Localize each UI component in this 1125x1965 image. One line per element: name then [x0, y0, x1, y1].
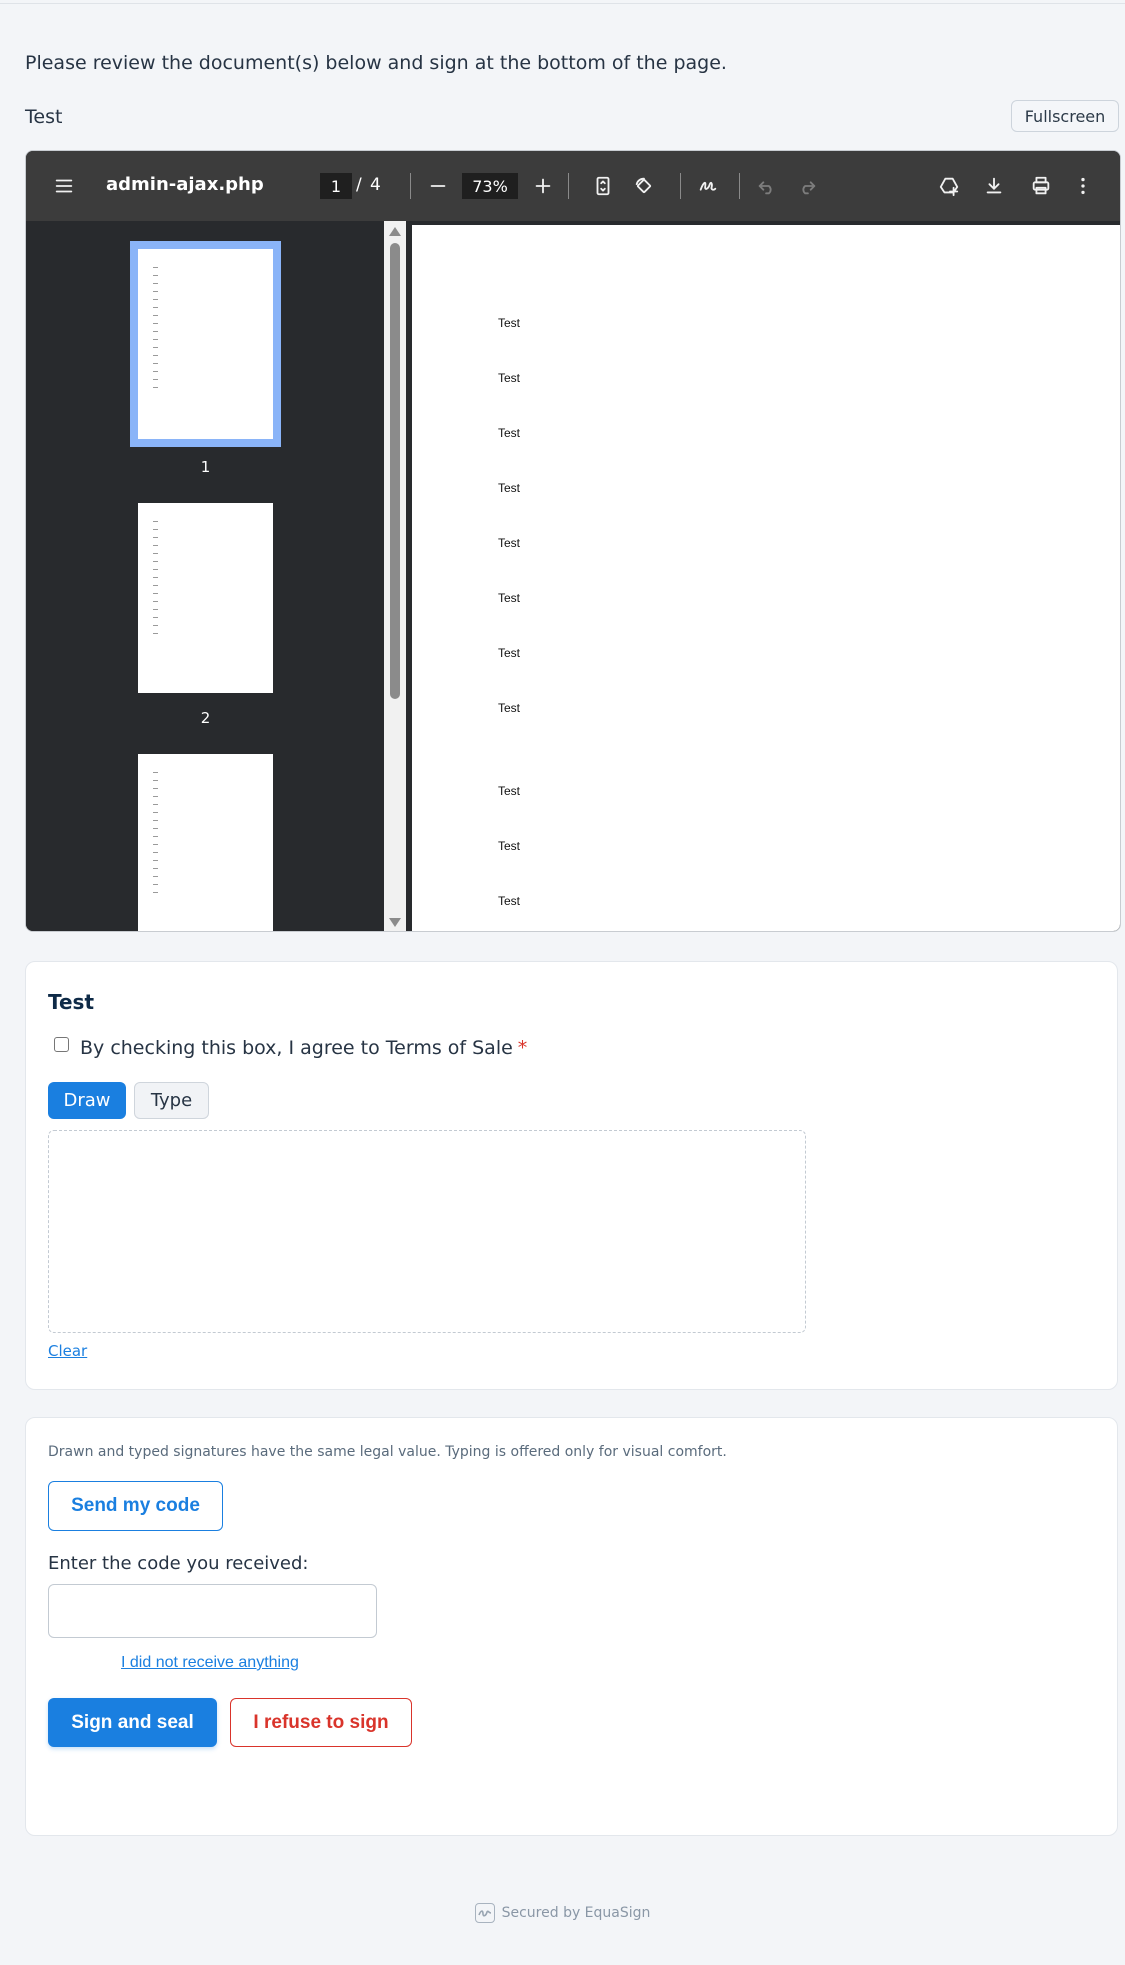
page-text-line: Test: [498, 894, 521, 908]
fullscreen-button[interactable]: Fullscreen: [1011, 100, 1119, 132]
scroll-down-arrow-icon[interactable]: [389, 918, 401, 927]
page-text-line: Test: [498, 701, 521, 715]
send-code-button[interactable]: Send my code: [48, 1481, 223, 1531]
scrollbar-thumb[interactable]: [390, 243, 400, 699]
toolbar-divider: [680, 173, 681, 199]
menu-icon[interactable]: [49, 171, 79, 201]
required-marker: *: [517, 1037, 528, 1059]
page-text-line: Test: [498, 316, 521, 330]
code-label: Enter the code you received:: [48, 1553, 309, 1574]
zoom-out-icon[interactable]: [423, 171, 453, 201]
rotate-icon[interactable]: [629, 171, 659, 201]
sidebar-scrollbar[interactable]: [384, 221, 406, 931]
page-thumbnail[interactable]: [138, 503, 273, 693]
page-text-line: Test: [498, 536, 521, 550]
page-text-line: Test: [498, 481, 521, 495]
terms-consent-label: By checking this box, I agree to Terms o…: [80, 1037, 513, 1059]
scroll-up-arrow-icon[interactable]: [389, 227, 401, 236]
thumbnail-number: 1: [200, 458, 211, 476]
tab-type[interactable]: Type: [134, 1082, 209, 1119]
pdf-viewer: admin-ajax.php 1 / 4 73% 1 2 Test Test T…: [25, 150, 1121, 932]
toolbar-divider: [568, 173, 569, 199]
pdf-page-view: Test Test Test Test Test Test Test Test …: [406, 221, 1120, 931]
verification-card: Drawn and typed signatures have the same…: [25, 1417, 1118, 1836]
page-text-line: Test: [498, 591, 521, 605]
signature-icon: [474, 1903, 495, 1923]
thumbnail-lines: [153, 521, 158, 641]
print-icon[interactable]: [1026, 171, 1056, 201]
zoom-input[interactable]: 73%: [462, 173, 518, 199]
pdf-toolbar: admin-ajax.php 1 / 4 73%: [26, 151, 1120, 221]
code-input[interactable]: [48, 1584, 377, 1638]
page-thumbnail[interactable]: [138, 754, 273, 931]
zoom-in-icon[interactable]: [528, 171, 558, 201]
thumbnail-sidebar: 1 2: [26, 221, 384, 931]
terms-consent: By checking this box, I agree to Terms o…: [54, 1036, 528, 1059]
undo-icon[interactable]: [752, 171, 782, 201]
signature-pad[interactable]: [48, 1130, 806, 1333]
sign-and-seal-button[interactable]: Sign and seal: [48, 1698, 217, 1747]
redo-icon[interactable]: [792, 171, 822, 201]
draw-icon[interactable]: [693, 171, 723, 201]
clear-signature-link[interactable]: Clear: [48, 1342, 87, 1360]
page-number-input[interactable]: 1: [320, 173, 352, 199]
page-text-line: Test: [498, 784, 521, 798]
thumbnail-number: 2: [200, 709, 211, 727]
signer-name-title: Test: [48, 990, 95, 1014]
footer-label: Secured by EquaSign: [501, 1905, 651, 1921]
signature-card: Test By checking this box, I agree to Te…: [25, 961, 1118, 1390]
did-not-receive-link[interactable]: I did not receive anything: [121, 1654, 299, 1672]
thumbnail-lines: [153, 772, 158, 900]
terms-checkbox[interactable]: [54, 1036, 69, 1052]
page-thumbnail[interactable]: [130, 241, 281, 447]
pdf-file-name: admin-ajax.php: [106, 174, 264, 195]
toolbar-divider: [739, 173, 740, 199]
download-icon[interactable]: [979, 171, 1009, 201]
refuse-to-sign-button[interactable]: I refuse to sign: [230, 1698, 412, 1747]
thumbnail-lines: [153, 267, 158, 395]
fit-page-icon[interactable]: [588, 171, 618, 201]
footer: Secured by EquaSign: [0, 1903, 1125, 1923]
intro-text: Please review the document(s) below and …: [25, 52, 727, 74]
page-text-line: Test: [498, 371, 521, 385]
add-to-drive-icon[interactable]: [934, 171, 964, 201]
page-text-line: Test: [498, 426, 521, 440]
toolbar-divider: [410, 173, 411, 199]
top-divider: [0, 3, 1125, 4]
page-separator: /: [356, 175, 362, 195]
more-icon[interactable]: [1068, 171, 1098, 201]
tab-draw[interactable]: Draw: [48, 1082, 126, 1119]
page-total: 4: [370, 175, 381, 195]
pdf-page: Test Test Test Test Test Test Test Test …: [412, 225, 1120, 931]
legal-note: Drawn and typed signatures have the same…: [48, 1444, 727, 1460]
document-title: Test: [25, 106, 63, 128]
page-text-line: Test: [498, 839, 521, 853]
page-text-line: Test: [498, 646, 521, 660]
